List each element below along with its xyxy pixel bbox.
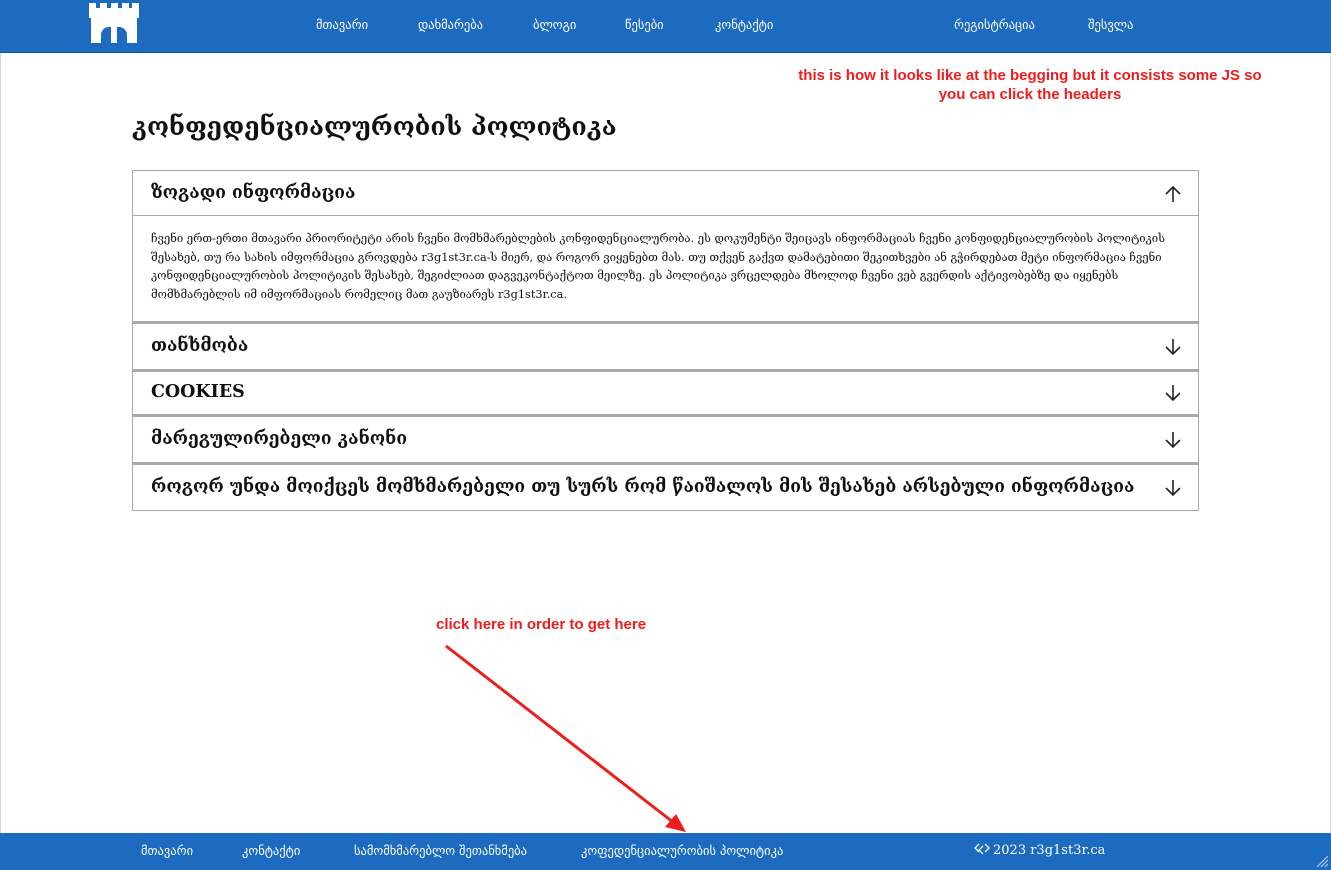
top-navbar: მთავარი დახმარება ბლოგი წესები კონტაქტი …	[0, 0, 1331, 53]
accordion-item-data-deletion: როგორ უნდა მოიქცეს მომხმარებელი თუ სურს …	[132, 463, 1199, 511]
accordion-item-cookies: COOKIES	[132, 370, 1199, 415]
accordion-item-general-info: ზოგადი ინფორმაცია ჩვენი ერთ-ერთი მთავარი…	[132, 170, 1199, 322]
accordion-item-consent: თანხმობა	[132, 322, 1199, 370]
footer: მთავარი კონტაქტი სამომხმარებლო შეთანხმებ…	[0, 833, 1331, 870]
nav-contact[interactable]: კონტაქტი	[715, 17, 773, 32]
nav-rules[interactable]: წესები	[625, 17, 664, 32]
page-title: კონფედენციალურობის პოლიტიკა	[132, 112, 617, 141]
nav-blog[interactable]: ბლოგი	[533, 17, 576, 32]
arrow-down-icon	[1165, 480, 1181, 497]
annotation-top: this is how it looks like at the begging…	[771, 66, 1289, 104]
arrow-down-icon	[1165, 432, 1181, 449]
arrow-up-icon	[1165, 185, 1181, 202]
accordion-header-governing-law[interactable]: მარეგულირებელი კანონი	[133, 417, 1198, 462]
accordion-header-general-info[interactable]: ზოგადი ინფორმაცია	[133, 171, 1198, 216]
accordion-item-governing-law: მარეგულირებელი კანონი	[132, 415, 1199, 463]
login-link[interactable]: შესვლა	[1088, 17, 1133, 32]
annotation-bottom: click here in order to get here	[436, 616, 647, 633]
accordion-header-cookies[interactable]: COOKIES	[133, 372, 1198, 414]
arrow-down-icon	[1165, 339, 1181, 356]
resize-grip-icon[interactable]	[1315, 854, 1329, 868]
copyright-diamond-icon	[974, 843, 990, 855]
bridge-logo-icon[interactable]	[86, 2, 142, 44]
annotation-top-line2: you can click the headers	[938, 86, 1122, 103]
nav-help[interactable]: დახმარება	[418, 17, 483, 32]
accordion-title: თანხმობა	[151, 336, 249, 356]
annotation-top-line1: this is how it looks like at the begging…	[798, 67, 1262, 84]
register-link[interactable]: რეგისტრაცია	[954, 17, 1035, 32]
annotation-arrow-icon	[445, 644, 686, 832]
accordion-title: მარეგულირებელი კანონი	[151, 429, 408, 449]
accordion-header-data-deletion[interactable]: როგორ უნდა მოიქცეს მომხმარებელი თუ სურს …	[133, 465, 1198, 510]
accordion-header-consent[interactable]: თანხმობა	[133, 324, 1198, 369]
footer-link-user-agreement[interactable]: სამომხმარებლო შეთანხმება	[354, 843, 527, 858]
footer-link-privacy-policy[interactable]: კოფედენციალურობის პოლიტიკა	[581, 843, 783, 858]
accordion-body-general-info: ჩვენი ერთ-ერთი მთავარი პრიორიტეტი არის ჩ…	[151, 232, 1165, 301]
copyright-text: 2023 r3g1st3r.ca	[993, 843, 1106, 858]
nav-home[interactable]: მთავარი	[316, 17, 368, 32]
accordion-title: როგორ უნდა მოიქცეს მომხმარებელი თუ სურს …	[151, 477, 1135, 497]
arrow-down-icon	[1165, 385, 1181, 402]
copyright: 2023 r3g1st3r.ca	[974, 843, 1105, 858]
policy-accordion: ზოგადი ინფორმაცია ჩვენი ერთ-ერთი მთავარი…	[132, 170, 1199, 511]
footer-link-contact[interactable]: კონტაქტი	[242, 843, 300, 858]
footer-link-home[interactable]: მთავარი	[141, 843, 193, 858]
accordion-title: COOKIES	[151, 382, 245, 402]
accordion-title: ზოგადი ინფორმაცია	[151, 183, 356, 203]
